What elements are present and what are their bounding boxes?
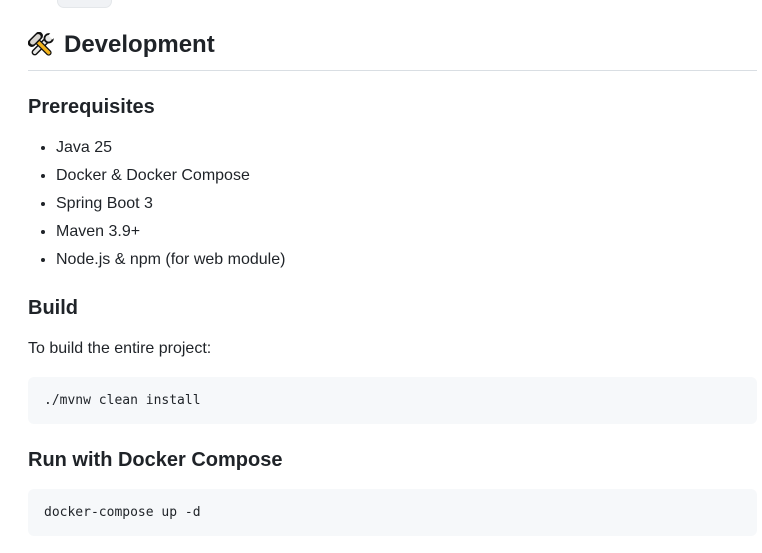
build-command: ./mvnw clean install (44, 393, 201, 408)
readme-content: Development Prerequisites Java 25 Docker… (28, 0, 757, 552)
development-heading: Development (28, 30, 757, 71)
build-code-block: ./mvnw clean install (28, 377, 757, 424)
development-heading-text: Development (64, 30, 215, 60)
list-item: Maven 3.9+ (56, 220, 757, 244)
prerequisites-list: Java 25 Docker & Docker Compose Spring B… (28, 136, 757, 272)
list-item: Node.js & npm (for web module) (56, 248, 757, 272)
prerequisites-heading: Prerequisites (28, 95, 757, 120)
run-command: docker-compose up -d (44, 505, 201, 520)
run-heading: Run with Docker Compose (28, 448, 757, 473)
build-intro-text: To build the entire project: (28, 337, 757, 361)
hammer-wrench-icon (28, 32, 55, 59)
run-code-block: docker-compose up -d (28, 489, 757, 536)
list-item: Docker & Docker Compose (56, 164, 757, 188)
list-item: Java 25 (56, 136, 757, 160)
list-item: Spring Boot 3 (56, 192, 757, 216)
build-heading: Build (28, 296, 757, 321)
